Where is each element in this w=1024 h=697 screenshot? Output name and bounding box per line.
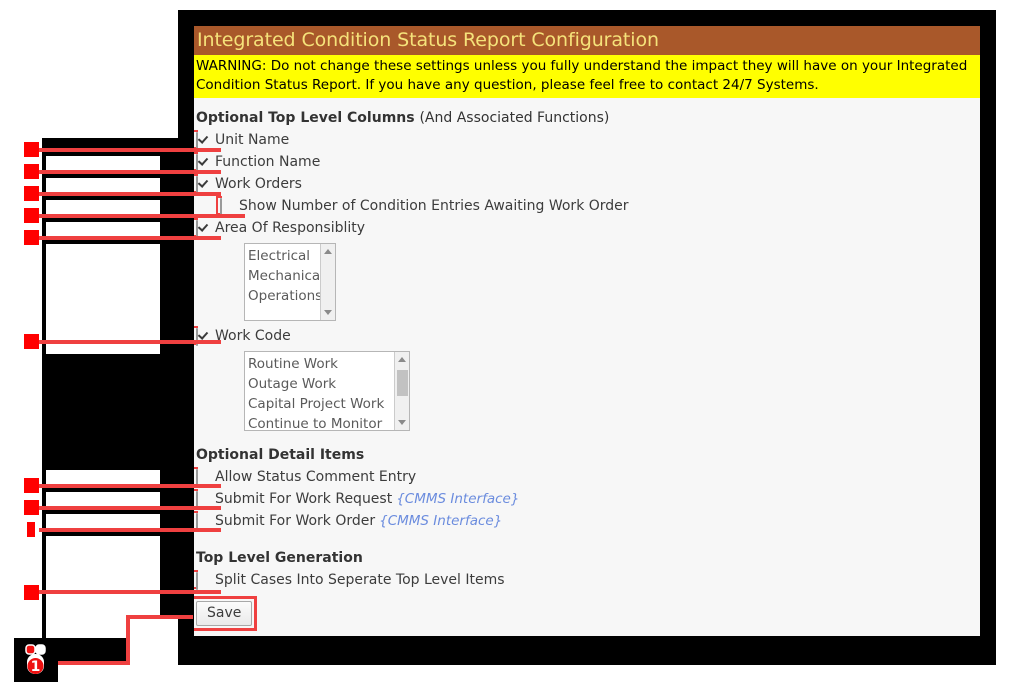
section-title-detail-items: Optional Detail Items	[194, 447, 980, 463]
page-title: Integrated Condition Status Report Confi…	[194, 26, 980, 55]
mask-gap	[46, 470, 160, 488]
option-row-show-number-awaiting[interactable]: Show Number of Condition Entries Awaitin…	[194, 195, 980, 217]
listbox-options-work-code[interactable]: Routine Work Outage Work Capital Project…	[245, 352, 409, 430]
mask-gap	[46, 492, 160, 510]
list-item[interactable]: Routine Work	[248, 354, 409, 374]
listbox-work-code[interactable]: Routine Work Outage Work Capital Project…	[244, 351, 410, 431]
option-row-submit-work-request[interactable]: Submit For Work Request {CMMS Interface}	[194, 488, 980, 510]
scroll-down-arrow-icon[interactable]	[398, 420, 406, 425]
step-marker	[24, 186, 39, 201]
scrollbar-work-code-listbox[interactable]	[394, 352, 409, 430]
step-marker	[24, 208, 39, 223]
checkbox-work-orders[interactable]	[196, 176, 198, 194]
checkbox-area-of-responsibility-wrap[interactable]	[194, 218, 210, 238]
checkbox-submit-work-order-wrap[interactable]	[194, 511, 210, 531]
step-marker	[24, 585, 39, 600]
note-cmms-interface: {CMMS Interface}	[396, 491, 520, 507]
note-cmms-interface: {CMMS Interface}	[379, 513, 503, 529]
scrollbar-area-listbox[interactable]	[320, 244, 335, 320]
option-row-work-orders[interactable]: Work Orders	[194, 173, 980, 195]
scrollbar-thumb[interactable]	[397, 370, 408, 396]
checkbox-submit-work-request-wrap[interactable]	[194, 489, 210, 509]
option-row-function-name[interactable]: Function Name	[194, 151, 980, 173]
section-title-sub: (And Associated Functions)	[419, 110, 610, 126]
mouse-click-badge: 1	[14, 638, 58, 682]
mask-gap	[46, 178, 160, 196]
option-row-split-cases[interactable]: Split Cases Into Seperate Top Level Item…	[194, 569, 980, 591]
checkbox-unit-name-wrap[interactable]	[194, 130, 210, 150]
option-row-submit-work-order[interactable]: Submit For Work Order {CMMS Interface}	[194, 510, 980, 532]
mask-gap	[46, 156, 160, 174]
left-mask-strip	[160, 138, 180, 665]
label-work-code: Work Code	[215, 328, 291, 344]
label-allow-status-comment: Allow Status Comment Entry	[215, 469, 417, 485]
mask-gap	[46, 200, 160, 218]
checkbox-allow-status-comment[interactable]	[196, 469, 198, 487]
checkbox-area-of-responsibility[interactable]	[196, 220, 198, 238]
section-title-top-level-generation: Top Level Generation	[194, 550, 980, 566]
step-marker	[27, 522, 35, 537]
checkbox-show-number-awaiting-wrap[interactable]	[216, 196, 234, 216]
save-button-highlight: Save	[194, 596, 258, 631]
save-button[interactable]: Save	[196, 601, 253, 626]
report-configuration-panel: Integrated Condition Status Report Confi…	[194, 26, 980, 636]
scroll-up-arrow-icon[interactable]	[398, 357, 406, 362]
mouse-left-click-icon: 1	[25, 644, 46, 675]
mask-gap	[46, 536, 160, 590]
option-row-work-code[interactable]: Work Code	[194, 325, 980, 347]
label-submit-work-request: Submit For Work Request	[215, 491, 393, 507]
mask-gap	[46, 514, 160, 532]
option-row-allow-status-comment[interactable]: Allow Status Comment Entry	[194, 466, 980, 488]
section-title-top-level-columns: Optional Top Level Columns (And Associat…	[194, 110, 980, 126]
step-marker	[24, 230, 39, 245]
label-show-number-awaiting: Show Number of Condition Entries Awaitin…	[239, 198, 629, 214]
list-item[interactable]: Continue to Monitor	[248, 414, 409, 430]
checkbox-submit-work-request[interactable]	[196, 491, 198, 509]
checkbox-function-name-wrap[interactable]	[194, 152, 210, 172]
option-row-unit-name[interactable]: Unit Name	[194, 129, 980, 151]
configuration-form: Optional Top Level Columns (And Associat…	[194, 98, 980, 631]
checkbox-split-cases-wrap[interactable]	[194, 570, 210, 590]
label-split-cases: Split Cases Into Seperate Top Level Item…	[215, 572, 505, 588]
step-marker	[24, 478, 39, 493]
section-title-bold: Optional Detail Items	[196, 447, 365, 463]
mask-gap	[46, 244, 160, 340]
mask-gap	[46, 344, 160, 354]
warning-banner: WARNING: Do not change these settings un…	[194, 55, 980, 98]
checkbox-work-code[interactable]	[196, 328, 198, 346]
mask-gap	[128, 618, 180, 666]
click-count-label: 1	[31, 659, 41, 675]
option-row-area-of-responsibility[interactable]: Area Of Responsiblity	[194, 217, 980, 239]
checkbox-show-number-awaiting[interactable]	[220, 198, 222, 216]
list-item[interactable]: Capital Project Work	[248, 394, 409, 414]
listbox-area-of-responsibility[interactable]: Electrical Mechanical Operations	[244, 243, 336, 321]
label-function-name: Function Name	[215, 154, 321, 170]
label-area-of-responsibility: Area Of Responsiblity	[215, 220, 366, 236]
checkbox-unit-name[interactable]	[196, 132, 198, 150]
checkbox-split-cases[interactable]	[196, 572, 198, 590]
warning-line-2: Condition Status Report. If you have any…	[196, 77, 819, 93]
step-marker	[24, 142, 39, 157]
checkbox-allow-status-comment-wrap[interactable]	[194, 467, 210, 487]
step-marker	[24, 500, 39, 515]
label-submit-work-order: Submit For Work Order	[215, 513, 376, 529]
scroll-up-arrow-icon[interactable]	[324, 249, 332, 254]
checkbox-function-name[interactable]	[196, 154, 198, 172]
step-marker	[24, 334, 39, 349]
checkbox-work-orders-wrap[interactable]	[194, 174, 210, 194]
section-title-bold: Optional Top Level Columns	[196, 110, 415, 126]
warning-line-1: WARNING: Do not change these settings un…	[196, 58, 968, 74]
label-work-orders: Work Orders	[215, 176, 302, 192]
label-unit-name: Unit Name	[215, 132, 290, 148]
scroll-down-arrow-icon[interactable]	[324, 310, 332, 315]
checkbox-submit-work-order[interactable]	[196, 513, 198, 531]
mask-gap	[46, 222, 160, 240]
section-title-bold: Top Level Generation	[196, 550, 363, 566]
list-item[interactable]: Outage Work	[248, 374, 409, 394]
checkbox-work-code-wrap[interactable]	[194, 326, 210, 346]
step-marker	[24, 164, 39, 179]
